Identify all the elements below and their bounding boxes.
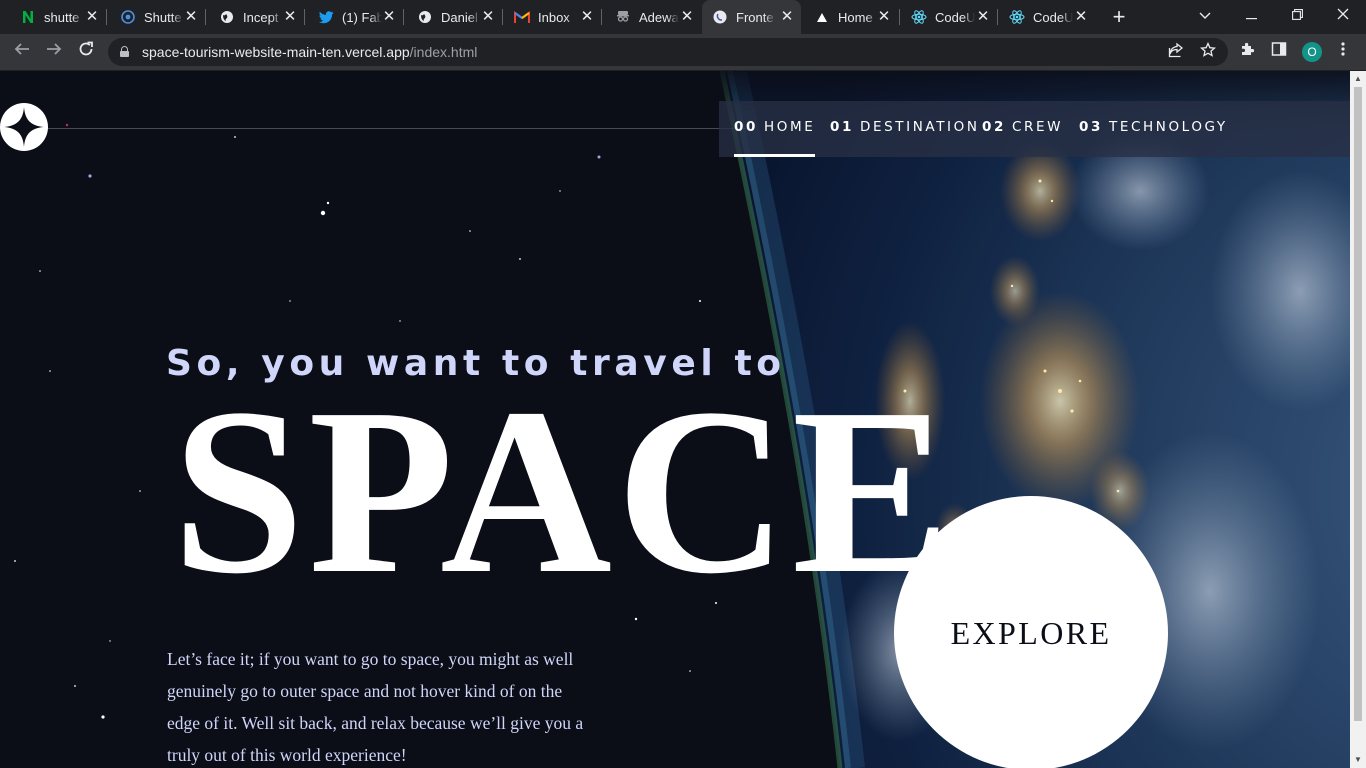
browser-tab[interactable]: Shutte ✕	[106, 0, 205, 34]
scroll-up-arrow-icon[interactable]: ▲	[1350, 71, 1366, 87]
globe-icon	[219, 9, 235, 25]
nav-number: 03	[1079, 119, 1103, 135]
tab-close-icon[interactable]: ✕	[84, 9, 100, 25]
header-divider-line	[48, 128, 748, 129]
gmail-icon	[514, 9, 530, 25]
url-path: /index.html	[409, 44, 478, 60]
lock-icon[interactable]	[120, 46, 129, 57]
bookmark-star-icon[interactable]	[1198, 41, 1218, 62]
tab-close-icon[interactable]: ✕	[679, 9, 695, 25]
reload-icon[interactable]	[74, 40, 98, 64]
close-window-icon[interactable]	[1320, 0, 1366, 30]
nav-link-home[interactable]: 00 HOME	[734, 101, 816, 157]
green-n-favicon-icon	[20, 9, 36, 25]
browser-tab[interactable]: shutte ✕	[0, 0, 106, 34]
browser-tab[interactable]: CodeU ✕	[997, 0, 1095, 34]
nav-label: DESTINATION	[860, 119, 980, 135]
twitter-bird-icon	[318, 9, 334, 25]
url-host: space-tourism-website-main-ten.vercel.ap…	[142, 44, 410, 60]
minimize-window-icon[interactable]	[1228, 0, 1274, 30]
nav-number: 01	[830, 119, 854, 135]
tab-search-chevron-icon[interactable]	[1182, 0, 1228, 30]
incognito-avatar-icon	[615, 9, 631, 25]
globe-icon	[417, 9, 433, 25]
explore-button[interactable]: EXPLORE	[894, 496, 1168, 768]
browser-toolbar: space-tourism-website-main-ten.vercel.ap…	[0, 34, 1366, 71]
tab-title: CodeU	[1033, 9, 1073, 25]
blue-globe-favicon-icon	[120, 9, 136, 25]
tab-close-icon[interactable]: ✕	[381, 9, 397, 25]
browser-tab[interactable]: Daniel ✕	[403, 0, 502, 34]
nav-label: CREW	[1012, 119, 1064, 135]
nav-link-crew[interactable]: 02 CREW	[982, 101, 1063, 157]
page-scrollbar[interactable]: ▲ ▼	[1350, 71, 1366, 768]
scrollbar-thumb[interactable]	[1354, 87, 1362, 721]
restore-window-icon[interactable]	[1274, 0, 1320, 30]
browser-tab[interactable]: Adewa ✕	[601, 0, 701, 34]
triangle-icon	[814, 9, 830, 25]
nav-number: 00	[734, 119, 758, 135]
back-arrow-icon[interactable]	[10, 40, 34, 64]
primary-navigation: 00 HOME 01 DESTINATION 02 CREW 03 TECHNOLOGY	[719, 101, 1350, 157]
share-icon[interactable]	[1166, 42, 1186, 62]
tab-title: Incept	[243, 9, 279, 25]
chrome-menu-kebab-icon[interactable]	[1332, 41, 1354, 63]
browser-tab[interactable]: CodeU ✕	[899, 0, 997, 34]
tab-title: Adewa	[639, 9, 679, 25]
tab-close-icon[interactable]: ✕	[1073, 9, 1089, 25]
tab-close-icon[interactable]: ✕	[282, 9, 298, 25]
tab-title: Shutte	[144, 9, 182, 25]
new-tab-plus-icon[interactable]: +	[1108, 6, 1130, 28]
browser-tab-active[interactable]: Fronte ✕	[702, 0, 801, 34]
profile-avatar[interactable]: O	[1302, 42, 1322, 62]
tab-close-icon[interactable]: ✕	[579, 9, 595, 25]
tab-close-icon[interactable]: ✕	[183, 9, 199, 25]
url-text[interactable]: space-tourism-website-main-ten.vercel.ap…	[142, 44, 477, 60]
tab-title: Inbox	[538, 9, 570, 25]
react-icon	[911, 9, 927, 25]
side-panel-icon[interactable]	[1268, 41, 1290, 63]
tab-title: Fronte	[736, 9, 774, 25]
browser-tab[interactable]: Home ✕	[802, 0, 898, 34]
address-bar[interactable]: space-tourism-website-main-ten.vercel.ap…	[108, 38, 1228, 66]
nav-label: HOME	[764, 119, 816, 135]
react-icon	[1009, 9, 1025, 25]
browser-tab-strip: shutte ✕ Shutte ✕ Incept ✕ (1) Fab ✕ Dan…	[0, 0, 1366, 34]
tab-title: Daniel	[441, 9, 478, 25]
tab-close-icon[interactable]: ✕	[480, 9, 496, 25]
tab-title: shutte	[44, 9, 80, 25]
tab-close-icon[interactable]: ✕	[876, 9, 892, 25]
hero-description: Let’s face it; if you want to go to spac…	[167, 649, 584, 765]
tab-title: CodeU	[935, 9, 975, 25]
site-logo[interactable]	[0, 103, 48, 151]
browser-tab[interactable]: Incept ✕	[205, 0, 304, 34]
nav-link-destination[interactable]: 01 DESTINATION	[830, 101, 980, 157]
tab-close-icon[interactable]: ✕	[779, 9, 795, 25]
hero-title: SPACE	[172, 360, 955, 623]
browser-tab[interactable]: Inbox ✕	[502, 0, 601, 34]
tab-close-icon[interactable]: ✕	[975, 9, 991, 25]
forward-arrow-icon[interactable]	[42, 40, 66, 64]
tab-title: Home	[838, 9, 873, 25]
tab-title: (1) Fab	[342, 9, 382, 25]
nav-link-technology[interactable]: 03 TECHNOLOGY	[1079, 101, 1228, 157]
browser-tab[interactable]: (1) Fab ✕	[304, 0, 403, 34]
nav-number: 02	[982, 119, 1006, 135]
extensions-puzzle-icon[interactable]	[1236, 41, 1258, 63]
nav-label: TECHNOLOGY	[1109, 119, 1228, 135]
page-viewport: 00 HOME 01 DESTINATION 02 CREW 03 TECHNOLOGY…	[0, 71, 1350, 768]
frontend-mentor-icon	[712, 9, 728, 25]
scroll-down-arrow-icon[interactable]: ▼	[1350, 752, 1366, 768]
